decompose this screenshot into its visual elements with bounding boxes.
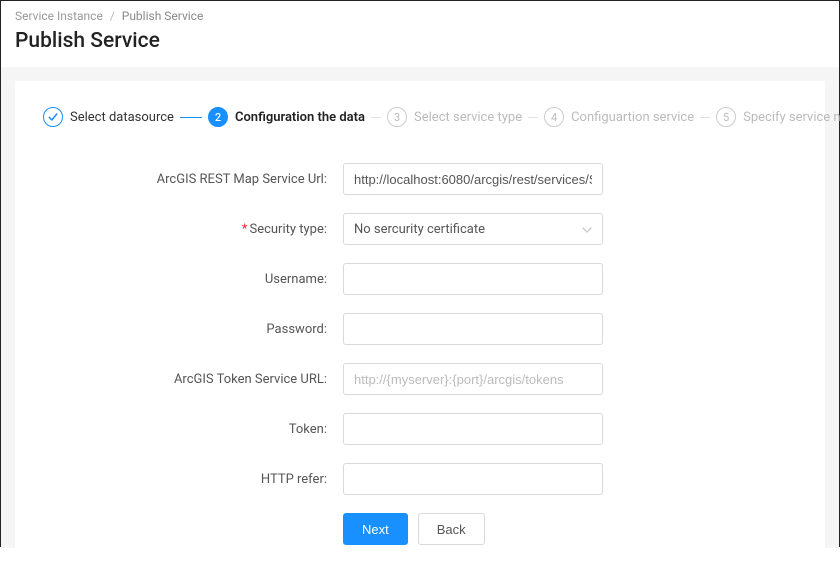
step-connector xyxy=(700,117,710,118)
input-username[interactable] xyxy=(343,263,603,295)
label-password: Password: xyxy=(43,322,343,337)
step-number-icon: 2 xyxy=(208,107,228,127)
label-token: Token: xyxy=(43,422,343,437)
row-http-refer: HTTP refer: xyxy=(43,463,797,495)
label-http-refer: HTTP refer: xyxy=(43,472,343,487)
chevron-down-icon xyxy=(582,223,592,236)
breadcrumb: Service Instance / Publish Service xyxy=(1,1,839,25)
step-number-icon: 5 xyxy=(716,107,736,127)
step-connector xyxy=(528,117,538,118)
row-username: Username: xyxy=(43,263,797,295)
label-username: Username: xyxy=(43,272,343,287)
step-label: Specify service node xyxy=(743,110,840,125)
back-button[interactable]: Back xyxy=(418,513,485,545)
input-password[interactable] xyxy=(343,313,603,345)
step-number-icon: 4 xyxy=(544,107,564,127)
breadcrumb-current: Publish Service xyxy=(122,9,204,23)
page-title: Publish Service xyxy=(1,25,839,67)
content-area: Select datasource 2 Configuration the da… xyxy=(1,67,839,548)
check-icon xyxy=(43,107,63,127)
step-number-icon: 3 xyxy=(387,107,407,127)
step-label: Select service type xyxy=(414,110,522,125)
step-connector xyxy=(180,117,202,118)
label-token-service-url: ArcGIS Token Service URL: xyxy=(43,372,343,387)
step-select-datasource[interactable]: Select datasource xyxy=(43,107,174,127)
breadcrumb-separator: / xyxy=(110,9,115,23)
button-row: Next Back xyxy=(343,513,797,545)
select-security-type-value: No sercurity certificate xyxy=(354,222,485,237)
label-security-type: *Security type: xyxy=(43,222,343,237)
select-security-type[interactable]: No sercurity certificate xyxy=(343,213,603,245)
step-label: Select datasource xyxy=(70,110,174,125)
input-http-refer[interactable] xyxy=(343,463,603,495)
label-map-service-url: ArcGIS REST Map Service Url: xyxy=(43,172,343,187)
step-label: Configuartion service xyxy=(571,110,694,125)
row-security-type: *Security type: No sercurity certificate xyxy=(43,213,797,245)
row-token-service-url: ArcGIS Token Service URL: xyxy=(43,363,797,395)
form-card: Select datasource 2 Configuration the da… xyxy=(15,81,825,567)
step-configuration-data[interactable]: 2 Configuration the data xyxy=(208,107,365,127)
input-token-service-url[interactable] xyxy=(343,363,603,395)
input-token[interactable] xyxy=(343,413,603,445)
input-map-service-url[interactable] xyxy=(343,163,603,195)
breadcrumb-parent[interactable]: Service Instance xyxy=(15,9,103,23)
row-token: Token: xyxy=(43,413,797,445)
step-configuration-service[interactable]: 4 Configuartion service xyxy=(544,107,694,127)
next-button[interactable]: Next xyxy=(343,513,408,545)
row-map-service-url: ArcGIS REST Map Service Url: xyxy=(43,163,797,195)
step-connector xyxy=(371,117,381,118)
config-form: ArcGIS REST Map Service Url: *Security t… xyxy=(43,163,797,545)
step-label: Configuration the data xyxy=(235,110,365,125)
wizard-steps: Select datasource 2 Configuration the da… xyxy=(43,107,797,127)
row-password: Password: xyxy=(43,313,797,345)
step-specify-service-node[interactable]: 5 Specify service node xyxy=(716,107,840,127)
step-select-service-type[interactable]: 3 Select service type xyxy=(387,107,522,127)
